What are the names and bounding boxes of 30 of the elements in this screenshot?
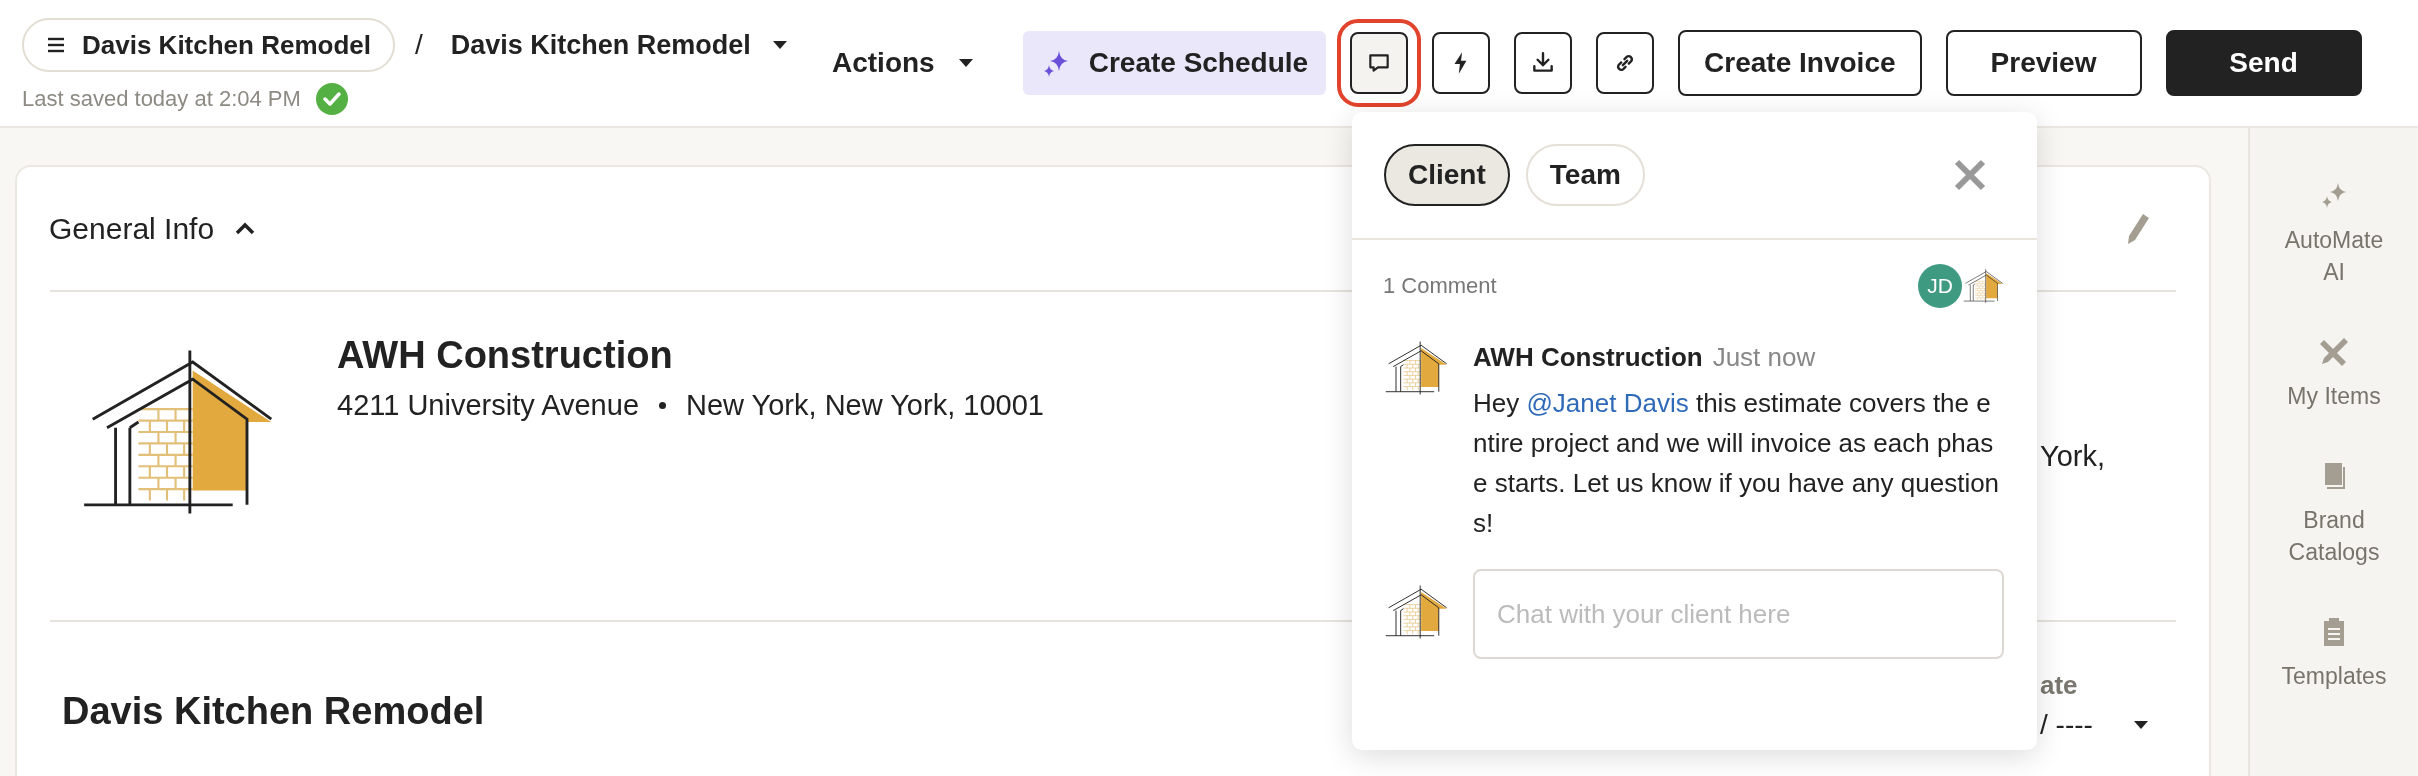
- address-text: York,: [2040, 440, 2107, 473]
- sidebar-item[interactable]: Templates: [2281, 616, 2387, 692]
- project-menu-button[interactable]: Davis Kitchen Remodel: [22, 18, 395, 72]
- tab[interactable]: Team: [1525, 144, 1645, 206]
- comment-count: 1 Comment: [1383, 273, 1497, 299]
- action-button[interactable]: Preview: [1945, 30, 2142, 96]
- sidebar-item[interactable]: My Items: [2287, 336, 2381, 412]
- breadcrumb-dropdown[interactable]: Davis Kitchen Remodel: [442, 29, 797, 61]
- action-button[interactable]: Create Invoice: [1678, 30, 1922, 96]
- mention-link[interactable]: @Janet Davis: [1526, 388, 1689, 418]
- sidebar-item[interactable]: AutoMate AI: [2272, 180, 2396, 288]
- sidebar-item[interactable]: Brand Catalogs: [2272, 460, 2396, 568]
- date-dropdown[interactable]: / ----: [2040, 701, 2150, 749]
- chat-input-field[interactable]: Chat with your client here: [1473, 569, 2004, 659]
- comment-time: Just now: [1712, 342, 1816, 373]
- city-address: New York, New York, 10001: [686, 389, 1044, 422]
- company-name: AWH Construction: [337, 334, 674, 377]
- section-toggle[interactable]: General Info: [37, 203, 269, 254]
- actions-dropdown[interactable]: Actions: [824, 39, 983, 87]
- avatar: JD: [1918, 264, 1962, 308]
- project-title: Davis Kitchen Remodel: [62, 690, 485, 734]
- tab[interactable]: Client: [1384, 144, 1510, 206]
- breadcrumb-separator: /: [415, 29, 423, 61]
- create-schedule-button[interactable]: Create Schedule: [1022, 31, 1327, 95]
- comment-author: AWH Construction: [1473, 342, 1703, 373]
- last-saved-text: Last saved today at 2:04 PM: [22, 86, 301, 112]
- comment-text: Hey @Janet Davis this estimate covers the entire project and we will invoice as each phase starts. Let us know if you have any questions!: [1473, 387, 2001, 540]
- date-label: ate: [2040, 670, 2079, 701]
- street-address: 4211 University Avenue: [337, 389, 639, 422]
- action-button[interactable]: Send: [2165, 30, 2362, 96]
